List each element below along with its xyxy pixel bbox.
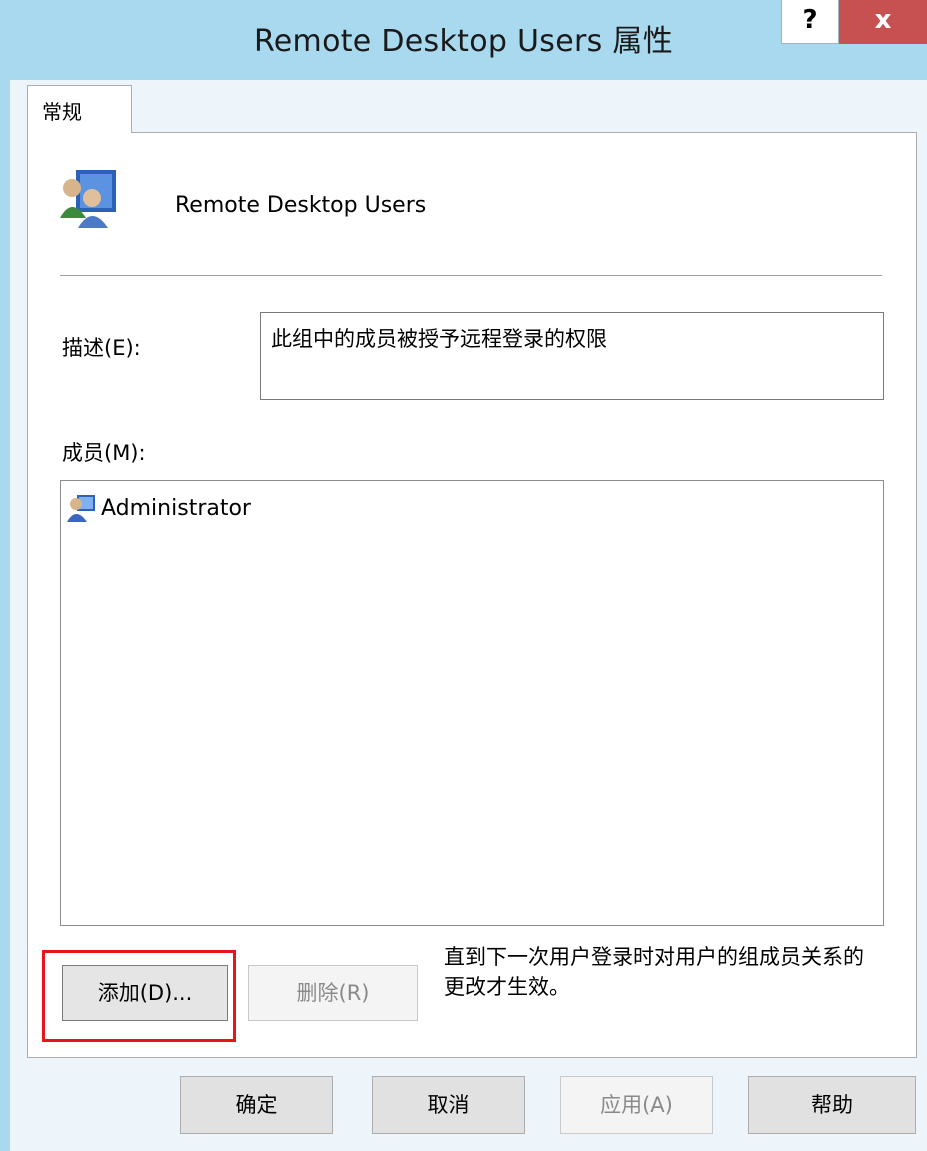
divider [60,275,882,277]
ok-button[interactable]: 确定 [180,1076,333,1134]
title-bar[interactable]: Remote Desktop Users 属性 ? x [0,0,927,80]
user-icon [67,495,95,522]
membership-note: 直到下一次用户登录时对用户的组成员关系的更改才生效。 [444,945,864,999]
cancel-button[interactable]: 取消 [372,1076,525,1134]
remove-button[interactable]: 删除(R) [248,965,418,1021]
member-name: Administrator [101,495,251,521]
window-border [0,80,10,1151]
close-icon[interactable]: x [839,0,927,44]
group-name: Remote Desktop Users [175,193,427,218]
list-item[interactable]: Administrator [67,493,251,523]
apply-button[interactable]: 应用(A) [560,1076,713,1134]
help-icon[interactable]: ? [781,0,839,44]
group-icon [60,170,116,228]
members-list[interactable]: Administrator [60,480,884,926]
description-field[interactable]: 此组中的成员被授予远程登录的权限 [260,312,884,400]
help-button[interactable]: 帮助 [748,1076,916,1134]
tab-general[interactable]: 常规 [27,85,132,133]
add-button[interactable]: 添加(D)... [62,965,228,1021]
description-label: 描述(E): [62,336,141,360]
members-label: 成员(M): [62,441,146,465]
